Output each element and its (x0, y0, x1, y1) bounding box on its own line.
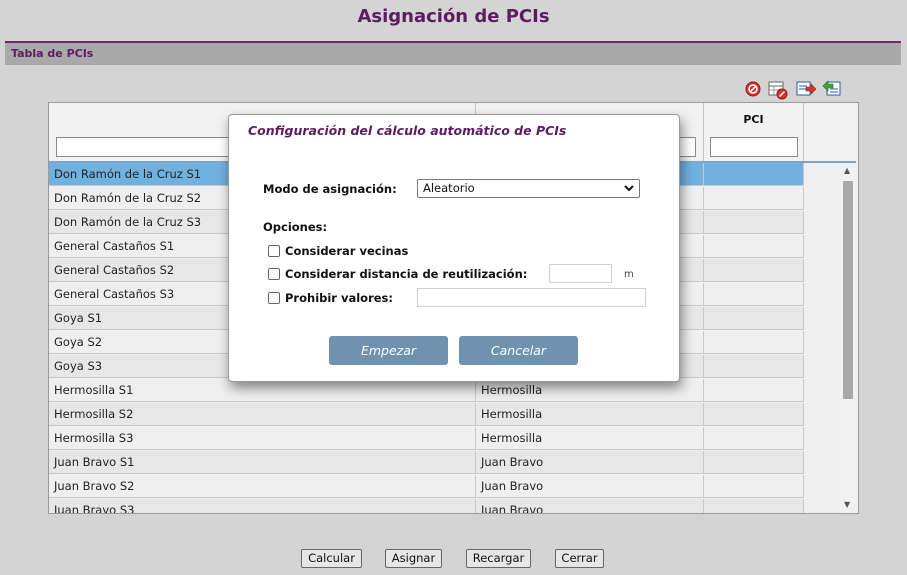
cerrar-button[interactable]: Cerrar (555, 549, 604, 568)
column-header-pci[interactable]: PCI (704, 103, 804, 161)
mode-label: Modo de asignación: (263, 182, 397, 196)
cell-sector: Juan Bravo S2 (49, 475, 476, 498)
recargar-button[interactable]: Recargar (466, 549, 531, 568)
panel-header: Tabla de PCIs (5, 43, 901, 65)
cell-sector: Juan Bravo S3 (49, 499, 476, 513)
cell-pci (704, 187, 804, 210)
asignar-button[interactable]: Asignar (385, 549, 442, 568)
cell-pci (704, 283, 804, 306)
cell-site: Juan Bravo (476, 475, 704, 498)
cell-pci (704, 235, 804, 258)
cell-pci (704, 307, 804, 330)
cell-site: Hermosilla (476, 379, 704, 402)
table-row[interactable]: Juan Bravo S2 Juan Bravo (49, 475, 804, 499)
cell-sector: Hermosilla S1 (49, 379, 476, 402)
cell-pci (704, 451, 804, 474)
table-row[interactable]: Juan Bravo S3 Juan Bravo (49, 499, 804, 513)
forbid-values-checkbox[interactable] (268, 292, 280, 304)
cell-site: Juan Bravo (476, 499, 704, 513)
cell-sector: Hermosilla S2 (49, 403, 476, 426)
reuse-distance-checkbox[interactable] (268, 268, 280, 280)
cell-pci (704, 331, 804, 354)
table-row[interactable]: Hermosilla S1 Hermosilla (49, 379, 804, 403)
table-row[interactable]: Hermosilla S3 Hermosilla (49, 427, 804, 451)
page-title: Asignación de PCIs (357, 6, 550, 27)
cell-site: Juan Bravo (476, 451, 704, 474)
neighbors-checkbox[interactable] (268, 245, 280, 257)
delete-icon[interactable] (744, 80, 762, 98)
reuse-distance-unit: m (624, 269, 634, 280)
dialog-title: Configuración del cálculo automático de … (248, 123, 567, 138)
cell-pci (704, 163, 804, 186)
cell-site: Hermosilla (476, 427, 704, 450)
neighbors-label[interactable]: Considerar vecinas (285, 244, 408, 258)
options-label: Opciones: (263, 220, 328, 234)
cell-pci (704, 211, 804, 234)
forbid-values-label[interactable]: Prohibir valores: (285, 291, 393, 305)
filter-input-pci[interactable] (710, 137, 798, 157)
scroll-thumb[interactable] (843, 181, 853, 399)
reuse-distance-label[interactable]: Considerar distancia de reutilización: (285, 267, 527, 281)
table-row[interactable]: Juan Bravo S1 Juan Bravo (49, 451, 804, 475)
cell-pci (704, 475, 804, 498)
cell-sector: Hermosilla S3 (49, 427, 476, 450)
mode-select-value: Aleatorio (423, 181, 475, 195)
cell-pci (704, 499, 804, 513)
import-icon[interactable] (822, 80, 841, 98)
cancel-button[interactable]: Cancelar (459, 336, 578, 365)
scroll-down-icon[interactable]: ▼ (844, 500, 850, 509)
scroll-up-icon[interactable]: ▲ (844, 166, 850, 175)
cell-pci (704, 355, 804, 378)
cell-pci (704, 427, 804, 450)
cell-pci (704, 259, 804, 282)
clear-table-icon[interactable] (768, 80, 788, 100)
reuse-distance-input[interactable] (549, 264, 612, 283)
vertical-scrollbar[interactable]: ▲ ▼ (840, 163, 856, 513)
cell-sector: Juan Bravo S1 (49, 451, 476, 474)
mode-select[interactable]: Aleatorio (417, 179, 640, 198)
pci-config-dialog: Configuración del cálculo automático de … (228, 114, 680, 382)
table-row[interactable]: Hermosilla S2 Hermosilla (49, 403, 804, 427)
export-icon[interactable] (796, 80, 817, 98)
cell-pci (704, 379, 804, 402)
forbid-values-input[interactable] (417, 288, 646, 307)
column-label: PCI (743, 113, 764, 126)
cell-site: Hermosilla (476, 403, 704, 426)
calcular-button[interactable]: Calcular (301, 549, 362, 568)
cell-pci (704, 403, 804, 426)
chevron-down-icon (624, 180, 634, 202)
start-button[interactable]: Empezar (329, 336, 448, 365)
